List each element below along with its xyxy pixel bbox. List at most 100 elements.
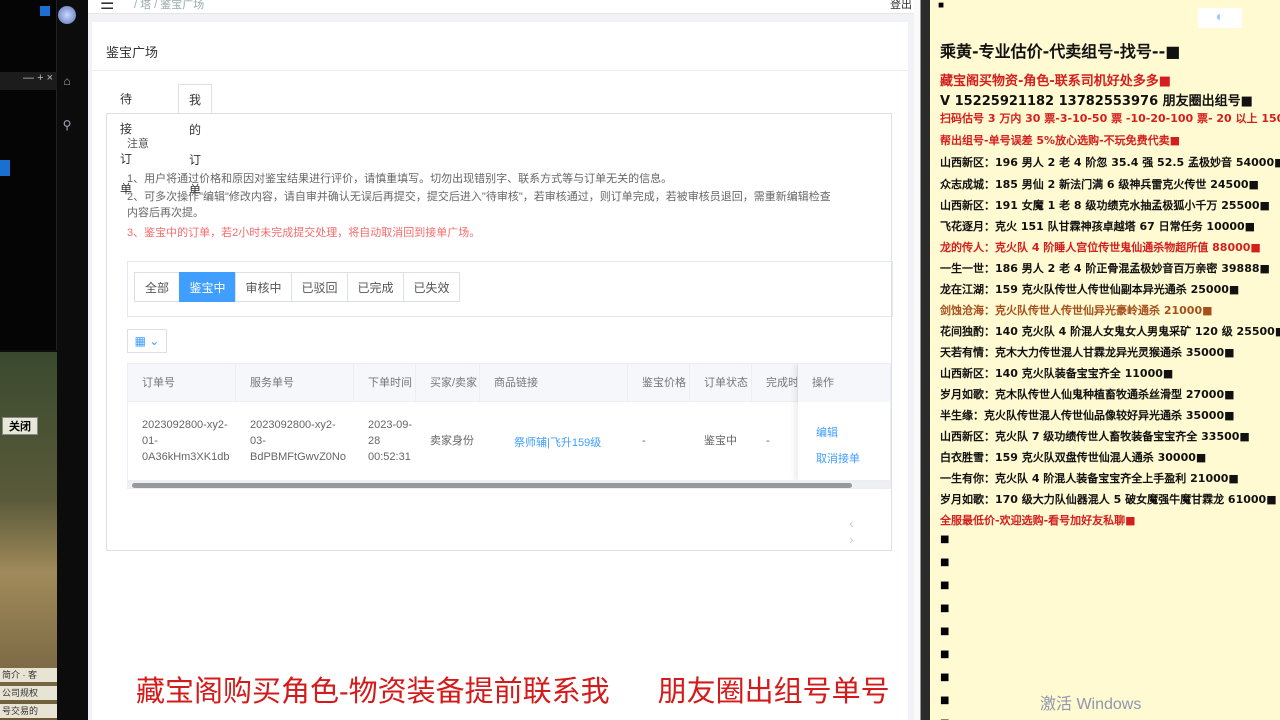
- notice-line: 内容后再次提。: [127, 207, 204, 219]
- notice-title: 注意: [127, 138, 149, 150]
- note-line: 花间独酌：140 克火队 4 阶混人女鬼女人男鬼采矿 120 级 25500■: [940, 325, 1280, 338]
- note-line: 岁月如歌：170 级大力队仙器混人 5 破女魔强牛魔甘霖龙 61000■: [940, 493, 1277, 506]
- window-edge: [914, 0, 930, 720]
- background-game-window: [0, 352, 57, 720]
- edit-link[interactable]: 编辑: [816, 424, 838, 440]
- divider: [92, 70, 908, 71]
- note-line: 众志成城：185 男仙 2 新法门满 6 级神兵雷克火传世 24500■: [940, 178, 1259, 191]
- note-line: 山西新区：196 男人 2 老 4 阶忽 35.4 强 52.5 孟极妙音 54…: [940, 156, 1280, 169]
- windows-activation-watermark: 激活 Windows: [1040, 696, 1142, 713]
- sales-notes-panel: ■ ◐ 乘黄-专业估价-代卖组号-找号--■ 藏宝阁买物资-角色-联系司机好处多多…: [930, 0, 1280, 720]
- note-line: 白衣胜雪：159 克火队双盘传世仙混人通杀 30000■: [940, 451, 1207, 464]
- table-header: 订单号 服务单号 下单时间 买家/卖家 商品链接 鉴宝价格 订单状态 完成时: [128, 364, 890, 402]
- cancel-order-link[interactable]: 取消接单: [816, 450, 860, 466]
- tab-pending-orders[interactable]: 待接订单: [110, 84, 142, 196]
- note-line: 飞花逐月：克火 151 队甘霖神孩卓越塔 67 日常任务 10000■: [940, 220, 1256, 233]
- stream-caption: 藏宝阁购买角色-物资装备提前联系我 朋友圈出组号单号: [136, 668, 890, 710]
- filter-completed[interactable]: 已完成: [347, 272, 404, 302]
- notice-line-warning: 3、鉴宝中的订单，若2小时未完成提交处理，将自动取消回到接单广场。: [127, 227, 481, 239]
- note-square-marker: ■: [940, 557, 950, 568]
- note-line: 乘黄-专业估价-代卖组号-找号--■: [940, 42, 1181, 61]
- left-bottom-text: 简介 · 客: [0, 668, 57, 682]
- notice-line: 2、可多次操作"编辑"修改内容，请自审并确认无误后再提交，提交后进入"待审核"，…: [127, 191, 831, 203]
- col-status: 订单状态: [690, 364, 752, 402]
- column-settings-button[interactable]: ▦ ⌄: [127, 329, 167, 353]
- col-price: 鉴宝价格: [628, 364, 690, 402]
- col-party: 买家/卖家: [416, 364, 480, 402]
- note-line: 全服最低价-欢迎选购-看号加好友私聊■: [940, 514, 1136, 527]
- tab-my-orders[interactable]: 我的订单: [178, 84, 213, 197]
- note-line: V 15225921182 13782553976 朋友圈出组号■: [940, 94, 1253, 109]
- nav-home-icon[interactable]: ⌂: [58, 74, 76, 90]
- filter-appraising[interactable]: 鉴宝中: [179, 272, 236, 302]
- left-sub-window: — + ×: [0, 0, 57, 350]
- note-line: 山西新区：191 女魔 1 老 8 级功绩克水抽孟极狐小千万 25500■: [940, 199, 1270, 212]
- operation-column: 操作 编辑 取消接单: [798, 364, 890, 480]
- left-window-controls[interactable]: — + ×: [0, 72, 57, 90]
- note-line: 帮出组号-单号误差 5%放心选购-不玩免费代卖■: [940, 134, 1181, 147]
- note-line: 一生有你：克火队 4 阶混人装备宝宝齐全上手盈利 21000■: [940, 472, 1239, 485]
- note-line: 岁月如歌：克木队传世人仙鬼种植畜牧通杀丝滑型 27000■: [940, 388, 1235, 401]
- note-line: 山西新区：140 克火队装备宝宝齐全 11000■: [940, 367, 1174, 380]
- note-square-marker: ■: [940, 626, 950, 637]
- filter-rejected[interactable]: 已驳回: [291, 272, 348, 302]
- col-goods-link: 商品链接: [480, 364, 628, 402]
- status-cell: 鉴宝中: [704, 435, 737, 447]
- camera-icon: ◐: [1198, 8, 1242, 28]
- order-time-line: 2023-09-: [368, 419, 413, 431]
- note-line: 龙的传人：克火队 4 阶睡人宫位传世鬼仙通杀物超所值 88000■: [940, 241, 1261, 254]
- appraisal-app: ☰ / 塔 / 鉴宝广场 登出 鉴宝广场 待接订单 我的订单 注意 1、用户将通…: [88, 0, 914, 720]
- filter-all[interactable]: 全部: [134, 272, 180, 302]
- note-square-marker: ■: [940, 649, 950, 660]
- service-no-line: 03-: [250, 435, 266, 447]
- service-no-line: BdPBMFtGwvZ0No: [250, 451, 346, 463]
- note-line: 半生缘：克火队传世混人传世仙品像较好异光通杀 35000■: [940, 409, 1235, 422]
- page-title: 鉴宝广场: [106, 45, 159, 60]
- scrollbar-thumb[interactable]: [132, 483, 852, 488]
- grid-icon: ▦ ⌄: [134, 334, 160, 348]
- note-line: 扫码估号 3 万内 30 票-3-10-50 票 -10-20-100 票- 2…: [940, 112, 1280, 125]
- order-time-line: 00:52:31: [368, 451, 411, 463]
- goods-link[interactable]: 祭师辅|飞升159级: [500, 436, 628, 451]
- service-no-line: 2023092800-xy2-: [250, 419, 336, 431]
- app-logo-icon[interactable]: [58, 6, 76, 24]
- breadcrumb: / 塔 / 鉴宝广场: [134, 0, 205, 11]
- note-line: 天若有情：克木大力传世混人甘霖龙异光灵猴通杀 35000■: [940, 346, 1235, 359]
- note-line: 藏宝阁买物资-角色-联系司机好处多多■: [940, 74, 1172, 89]
- col-done-time: 完成时: [752, 364, 798, 402]
- note-square-marker: ■: [940, 534, 950, 545]
- party-cell: 卖家身份: [430, 435, 474, 447]
- selection-marker: [0, 160, 10, 176]
- logout-link[interactable]: 登出: [890, 0, 912, 12]
- note-line: 剑蚀沧海：克火队传世人传世仙异光豪岭通杀 21000■: [940, 304, 1213, 317]
- filter-reviewing[interactable]: 审核中: [235, 272, 292, 302]
- notice-line: 1、用户将通过价格和原因对鉴宝结果进行评价，请慎重填写。切勿出现错别字、联系方式…: [127, 173, 673, 185]
- main-card: 鉴宝广场 待接订单 我的订单 注意 1、用户将通过价格和原因对鉴宝结果进行评价，…: [92, 22, 908, 720]
- blue-chip-icon: [40, 6, 50, 16]
- col-operations: 操作: [798, 364, 890, 402]
- table-horizontal-scrollbar[interactable]: [127, 481, 891, 489]
- pagination[interactable]: ‹ ›: [849, 515, 891, 547]
- menu-fold-icon[interactable]: ☰: [100, 0, 114, 14]
- left-bottom-text: 公司规权: [0, 686, 57, 700]
- note-line: 一生一世：186 男人 2 老 4 阶正骨混孟极妙音百万亲密 39888■: [940, 262, 1270, 275]
- caption-right: 朋友圈出组号单号: [657, 676, 890, 708]
- order-time-line: 28: [368, 435, 381, 447]
- note-line: 龙在江湖：159 克火队传世人传世仙副本异光通杀 25000■: [940, 283, 1240, 296]
- left-bottom-text: 号交易的: [0, 704, 57, 718]
- nav-search-icon[interactable]: ⚲: [58, 118, 76, 134]
- caption-left: 藏宝阁购买角色-物资装备提前联系我: [136, 676, 610, 708]
- screen: — + × ⌂ ⚲ 关闭 简介 · 客 公司规权 号交易的 ☰ / 塔 / 鉴宝…: [0, 0, 1280, 720]
- left-desktop-strip: — + × ⌂ ⚲ 关闭 简介 · 客 公司规权 号交易的: [0, 0, 88, 720]
- price-cell: -: [642, 435, 646, 447]
- order-no-line: 01-: [142, 435, 158, 447]
- note-line: 山西新区：克火队 7 级功绩传世人畜牧装备宝宝齐全 33500■: [940, 430, 1250, 443]
- note-square-marker: ■: [940, 672, 950, 683]
- close-button[interactable]: 关闭: [2, 417, 38, 435]
- order-no-line: 0A36kHm3XK1db: [142, 451, 230, 463]
- filter-expired[interactable]: 已失效: [403, 272, 460, 302]
- my-orders-panel: 注意 1、用户将通过价格和原因对鉴宝结果进行评价，请慎重填写。切勿出现错别字、联…: [106, 113, 893, 551]
- col-order-time: 下单时间: [354, 364, 416, 402]
- status-filter-group: 全部 鉴宝中 审核中 已驳回 已完成 已失效: [127, 261, 893, 317]
- note-square-marker: ■: [940, 580, 950, 591]
